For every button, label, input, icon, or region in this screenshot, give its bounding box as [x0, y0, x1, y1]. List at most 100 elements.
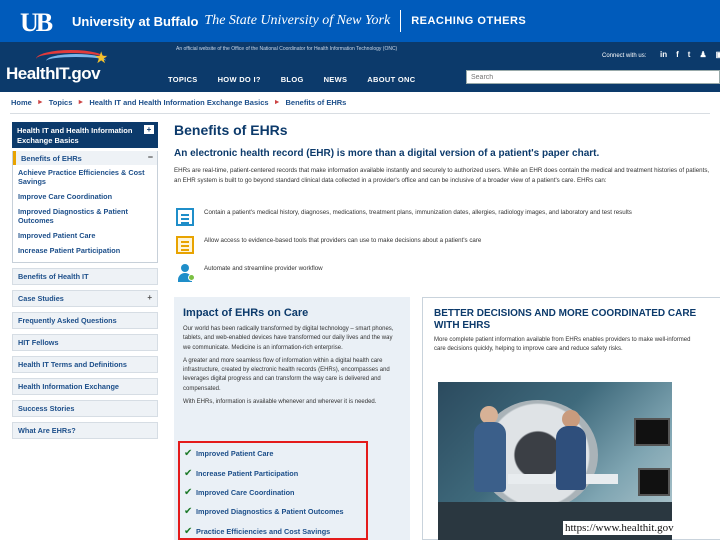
- sidebar-item[interactable]: What Are EHRs?: [12, 422, 158, 439]
- benefit-link[interactable]: ✔ Improved Patient Care: [184, 448, 273, 459]
- benefit-link-label: Improved Patient Care: [196, 449, 274, 458]
- impact-title: Impact of EHRs on Care: [183, 307, 309, 319]
- checkmark-icon: ✔: [184, 487, 193, 498]
- clinical-photo: [438, 382, 672, 540]
- facebook-icon[interactable]: f: [676, 50, 679, 59]
- ehr-capability-text: Contain a patient's medical history, dia…: [204, 209, 632, 216]
- monitor: [638, 468, 670, 496]
- sidebar-item-label: Success Stories: [18, 404, 75, 413]
- clinician: [474, 422, 506, 492]
- sidebar: Health IT and Health Information Exchang…: [12, 122, 158, 439]
- sidebar-item[interactable]: Health IT Terms and Definitions: [12, 356, 158, 373]
- breadcrumb-topics[interactable]: Topics: [49, 98, 73, 107]
- sidebar-item[interactable]: Benefits of Health IT: [12, 268, 158, 285]
- source-credit: https://www.healthit.gov: [563, 521, 676, 535]
- collapse-icon[interactable]: −: [148, 152, 153, 162]
- linkedin-icon[interactable]: in: [660, 50, 667, 59]
- sidebar-item-label: Health Information Exchange: [18, 382, 119, 391]
- sidebar-item-label: Frequently Asked Questions: [18, 316, 117, 325]
- sidebar-header-label: Health IT and Health Information Exchang…: [17, 126, 133, 145]
- healthit-logo[interactable]: ★ HealthIT.gov: [6, 48, 118, 88]
- ub-divider: [400, 10, 402, 32]
- breadcrumb-home[interactable]: Home: [11, 98, 32, 107]
- chevron-right-icon: ►: [36, 99, 44, 106]
- benefit-link[interactable]: ✔ Improved Care Coordination: [184, 487, 295, 498]
- person-gear-icon: [176, 264, 195, 282]
- impact-paragraph: With EHRs, information is available when…: [183, 399, 377, 406]
- official-notice: An official website of the Office of the…: [176, 46, 398, 52]
- intro-text: EHRs are real-time, patient-centered rec…: [174, 167, 710, 184]
- benefit-link-label: Improved Care Coordination: [196, 488, 295, 497]
- breadcrumb: Home ► Topics ► Health IT and Health Inf…: [11, 98, 346, 107]
- share-icon[interactable]: ♟: [699, 50, 706, 59]
- site-header: ★ HealthIT.gov An official website of th…: [0, 42, 720, 92]
- sidebar-section: Benefits of EHRs − Achieve Practice Effi…: [12, 151, 158, 263]
- sidebar-item-label: Benefits of Health IT: [18, 272, 89, 281]
- expand-icon[interactable]: +: [144, 125, 154, 134]
- top-nav: TOPICS HOW DO I? BLOG NEWS ABOUT ONC: [158, 75, 425, 84]
- benefit-link-label: Improved Diagnostics & Patient Outcomes: [196, 507, 344, 516]
- ub-subtitle: The State University of New York: [204, 13, 391, 28]
- ub-banner: UB University at Buffalo The State Unive…: [0, 0, 720, 42]
- lead-heading: An electronic health record (EHR) is mor…: [174, 148, 600, 159]
- checkmark-icon: ✔: [184, 526, 193, 537]
- clinician: [556, 426, 586, 490]
- better-decisions-text: More complete patient information availa…: [434, 337, 691, 352]
- sidebar-item[interactable]: Frequently Asked Questions: [12, 312, 158, 329]
- nav-about-onc[interactable]: ABOUT ONC: [357, 75, 425, 84]
- sidebar-item[interactable]: HIT Fellows: [12, 334, 158, 351]
- clipboard-icon: [176, 236, 194, 254]
- sidebar-item-label: Health IT Terms and Definitions: [18, 360, 127, 369]
- divider: [10, 113, 710, 114]
- sidebar-item-current[interactable]: Benefits of EHRs −: [13, 151, 157, 165]
- sidebar-header[interactable]: Health IT and Health Information Exchang…: [12, 122, 158, 148]
- chevron-right-icon: ►: [77, 99, 85, 106]
- connect-label: Connect with us:: [602, 53, 647, 59]
- breadcrumb-current: Benefits of EHRs: [285, 98, 347, 107]
- document-icon: [176, 208, 194, 226]
- logo-text: HealthIT.gov: [6, 64, 101, 83]
- ub-tagline: REACHING OTHERS: [411, 15, 527, 27]
- ehr-capability-item: Allow access to evidence-based tools tha…: [176, 236, 684, 254]
- youtube-icon[interactable]: ▣: [716, 50, 720, 59]
- nav-topics[interactable]: TOPICS: [158, 75, 208, 84]
- sidebar-child-item[interactable]: Improved Diagnostics & Patient Outcomes: [13, 204, 157, 228]
- breadcrumb-basics[interactable]: Health IT and Health Information Exchang…: [89, 98, 268, 107]
- sidebar-child-item[interactable]: Improved Patient Care: [13, 228, 157, 243]
- nav-blog[interactable]: BLOG: [271, 75, 314, 84]
- benefit-link-label: Increase Patient Participation: [196, 469, 299, 478]
- monitor: [634, 418, 670, 446]
- sidebar-item-label: Case Studies: [18, 294, 64, 303]
- sidebar-item[interactable]: Case Studies +: [12, 290, 158, 307]
- ub-name: University at Buffalo: [72, 13, 199, 29]
- nav-news[interactable]: NEWS: [314, 75, 358, 84]
- nav-how-do-i[interactable]: HOW DO I?: [208, 75, 271, 84]
- sidebar-item[interactable]: Success Stories: [12, 400, 158, 417]
- ehr-capability-item: Automate and streamline provider workflo…: [176, 264, 684, 282]
- ub-logo[interactable]: UB: [20, 6, 64, 37]
- benefit-link-label: Practice Efficiencies and Cost Savings: [196, 527, 331, 536]
- sidebar-child-item[interactable]: Achieve Practice Efficiencies & Cost Sav…: [13, 165, 157, 189]
- better-decisions-title: BETTER DECISIONS AND MORE COORDINATED CA…: [434, 308, 697, 331]
- benefit-link[interactable]: ✔ Practice Efficiencies and Cost Savings: [184, 526, 330, 537]
- twitter-icon[interactable]: t: [688, 50, 691, 59]
- sidebar-item[interactable]: Health Information Exchange: [12, 378, 158, 395]
- search-input[interactable]: [466, 70, 720, 84]
- ehr-capability-text: Automate and streamline provider workflo…: [204, 265, 323, 272]
- sidebar-child-item[interactable]: Improve Care Coordination: [13, 189, 157, 204]
- sidebar-child-item[interactable]: Increase Patient Participation: [13, 243, 157, 258]
- checkmark-icon: ✔: [184, 506, 193, 517]
- checkmark-icon: ✔: [184, 448, 193, 459]
- benefit-link[interactable]: ✔ Improved Diagnostics & Patient Outcomes: [184, 506, 344, 517]
- sidebar-item-label: HIT Fellows: [18, 338, 59, 347]
- impact-paragraph: A greater and more seamless flow of info…: [183, 357, 390, 392]
- ehr-capability-text: Allow access to evidence-based tools tha…: [204, 237, 482, 244]
- checkmark-icon: ✔: [184, 468, 193, 479]
- sidebar-item-label: Benefits of EHRs: [21, 154, 82, 163]
- impact-paragraph: Our world has been radically transformed…: [183, 326, 394, 351]
- social-links: in f t ♟ ▣: [660, 50, 720, 59]
- expand-icon[interactable]: +: [147, 293, 152, 302]
- sidebar-item-label: What Are EHRs?: [18, 426, 76, 435]
- chevron-right-icon: ►: [273, 99, 281, 106]
- benefit-link[interactable]: ✔ Increase Patient Participation: [184, 468, 298, 479]
